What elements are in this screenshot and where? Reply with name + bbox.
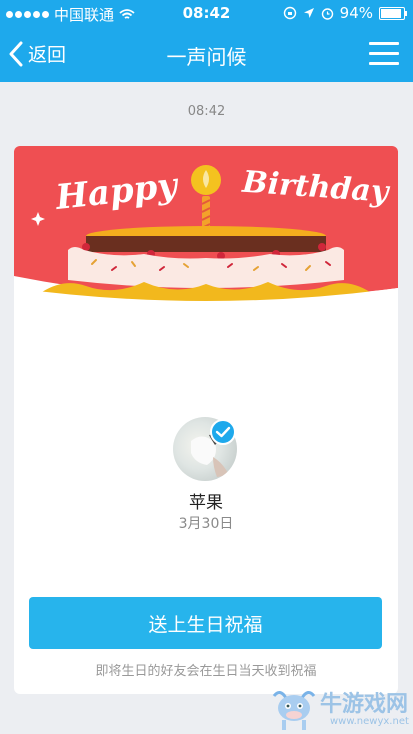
menu-icon[interactable] [369, 40, 399, 68]
send-wishes-label: 送上生日祝福 [148, 613, 263, 636]
cake-chocolate-layer [86, 236, 326, 252]
message-timestamp: 08:42 [187, 104, 226, 119]
chevron-left-icon [9, 41, 23, 66]
send-wishes-button[interactable]: 送上生日祝福 [29, 597, 382, 649]
back-label: 返回 [28, 44, 67, 66]
friend-name: 苹果 [189, 493, 223, 513]
battery-icon [379, 6, 407, 20]
location-icon [303, 8, 314, 18]
battery-percent: 94% [339, 4, 373, 22]
check-badge-icon [210, 419, 236, 445]
back-button[interactable]: 返回 [8, 40, 66, 67]
status-bar: 中国联通 08:42 94% [0, 0, 413, 28]
birthday-banner: Happy Birthday [14, 146, 398, 306]
watermark-url: www.newyx.net [330, 716, 409, 727]
birthday-card: Happy Birthday 苹果 3月30日 送上生日祝福 即将生日的好友会在… [14, 146, 398, 694]
watermark-logo-icon [272, 691, 316, 730]
rotation-lock-icon [283, 6, 296, 20]
alarm-icon [321, 7, 333, 20]
birthday-date: 3月30日 [178, 516, 234, 532]
watermark: 牛游戏网 www.newyx.net [268, 684, 413, 734]
watermark-text: 牛游戏网 [320, 692, 409, 717]
nav-bar: 返回 一声问候 [0, 28, 413, 82]
hint-text: 即将生日的好友会在生日当天收到祝福 [95, 664, 317, 679]
cherry [318, 243, 326, 251]
status-right: 94% [283, 4, 407, 22]
